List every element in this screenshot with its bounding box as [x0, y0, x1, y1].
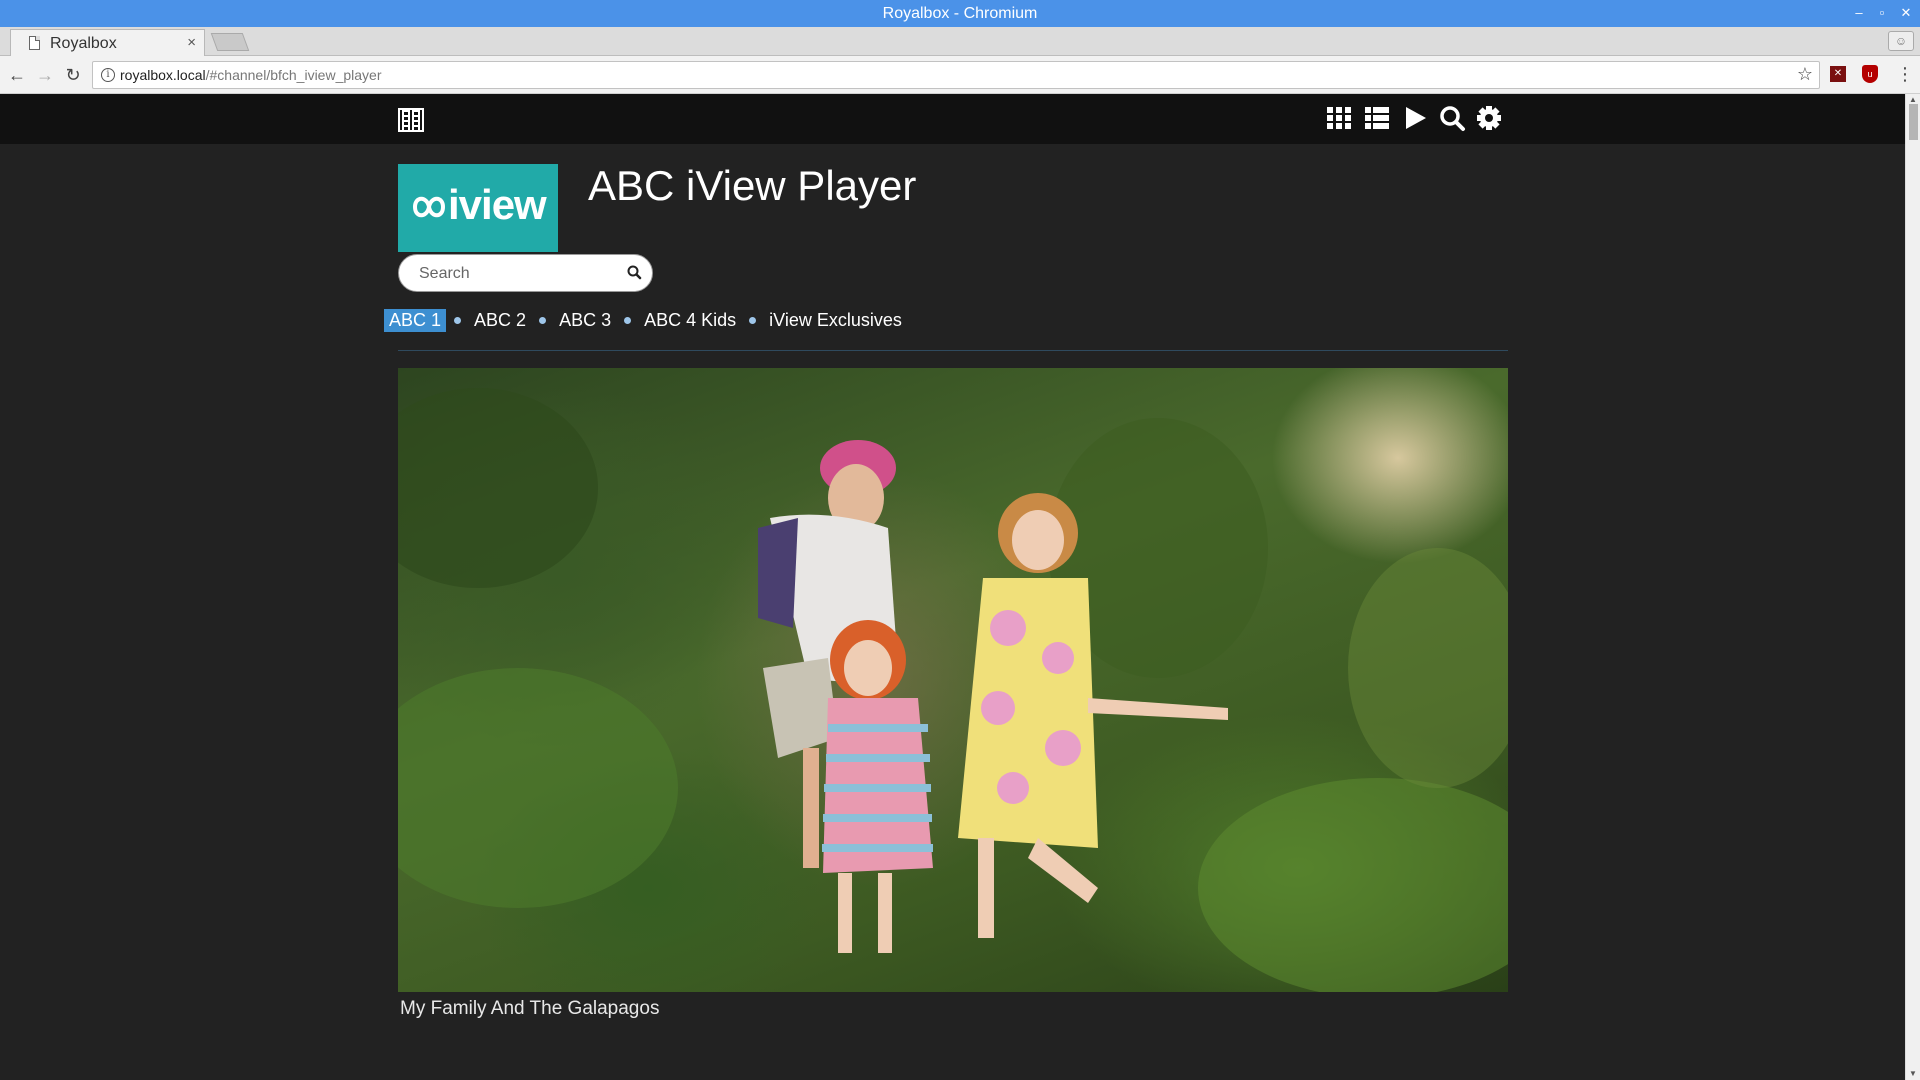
scroll-down-icon[interactable]: ▼: [1909, 1069, 1917, 1078]
featured-title[interactable]: My Family And The Galapagos: [400, 998, 659, 1020]
bookmark-star-icon[interactable]: ☆: [1797, 64, 1813, 85]
browser-menu-icon[interactable]: ⋮: [1896, 64, 1914, 85]
tab-royalbox[interactable]: Royalbox ×: [10, 29, 205, 56]
back-button[interactable]: ←: [6, 64, 28, 86]
window-titlebar: Royalbox - Chromium – ▫ ✕: [0, 0, 1920, 27]
separator-dot: [749, 316, 757, 324]
maximize-button[interactable]: ▫: [1873, 4, 1891, 22]
search-input[interactable]: [419, 263, 619, 285]
window-close-button[interactable]: ✕: [1897, 4, 1915, 22]
separator-dot: [624, 316, 632, 324]
grid-icon[interactable]: [1325, 104, 1353, 132]
reload-button[interactable]: ↻: [62, 64, 84, 86]
logo-wordmark: iview: [448, 181, 547, 228]
jungle-family-photo: [398, 388, 1508, 992]
separator-dot: [454, 316, 462, 324]
divider: [398, 350, 1508, 351]
tab-label: Royalbox: [50, 35, 117, 52]
iview-logo: iview: [398, 164, 558, 252]
scrollbar-thumb[interactable]: [1909, 104, 1918, 140]
channel-nav: ABC 1 ABC 2 ABC 3 ABC 4 Kids iView Exclu…: [384, 308, 907, 332]
profile-icon[interactable]: ☺: [1888, 31, 1914, 51]
url-text[interactable]: royalbox.local/#channel/bfch_iview_playe…: [120, 67, 382, 83]
play-icon[interactable]: [1401, 104, 1429, 132]
window-title: Royalbox - Chromium: [882, 5, 1038, 22]
film-icon[interactable]: [398, 108, 424, 132]
page-title: ABC iView Player: [588, 162, 917, 209]
gear-icon[interactable]: [1475, 104, 1503, 132]
scroll-up-icon[interactable]: ▲: [1909, 95, 1917, 104]
scrollbar[interactable]: ▲ ▼: [1905, 94, 1920, 1080]
channel-abc3[interactable]: ABC 3: [554, 309, 616, 332]
minimize-button[interactable]: –: [1850, 4, 1868, 22]
featured-program-image[interactable]: [398, 368, 1508, 992]
address-bar[interactable]: i royalbox.local/#channel/bfch_iview_pla…: [92, 61, 1820, 89]
tab-strip: Royalbox × ☺: [0, 27, 1920, 56]
ublock-icon[interactable]: u: [1862, 65, 1878, 83]
channel-iview-exclusives[interactable]: iView Exclusives: [764, 309, 907, 332]
channel-abc2[interactable]: ABC 2: [469, 309, 531, 332]
list-icon[interactable]: [1363, 104, 1391, 132]
page-icon: [29, 36, 40, 50]
separator-dot: [539, 316, 547, 324]
forward-button[interactable]: →: [34, 64, 56, 86]
new-tab-button[interactable]: [210, 33, 250, 51]
channel-abc4kids[interactable]: ABC 4 Kids: [639, 309, 741, 332]
browser-toolbar: ← → ↻ i royalbox.local/#channel/bfch_ivi…: [0, 56, 1920, 94]
search-box: [398, 254, 653, 292]
site-navbar: [0, 94, 1905, 144]
info-icon[interactable]: i: [101, 68, 115, 82]
channel-abc1[interactable]: ABC 1: [384, 308, 447, 332]
extension-icon[interactable]: ✕: [1830, 66, 1846, 82]
abc-logo-icon: [412, 196, 446, 218]
search-submit-icon[interactable]: [626, 264, 642, 280]
search-icon[interactable]: [1438, 104, 1466, 132]
page-content: iview ABC iView Player ABC 1 ABC 2 ABC 3…: [0, 94, 1905, 1080]
tab-close-icon[interactable]: ×: [187, 34, 196, 51]
